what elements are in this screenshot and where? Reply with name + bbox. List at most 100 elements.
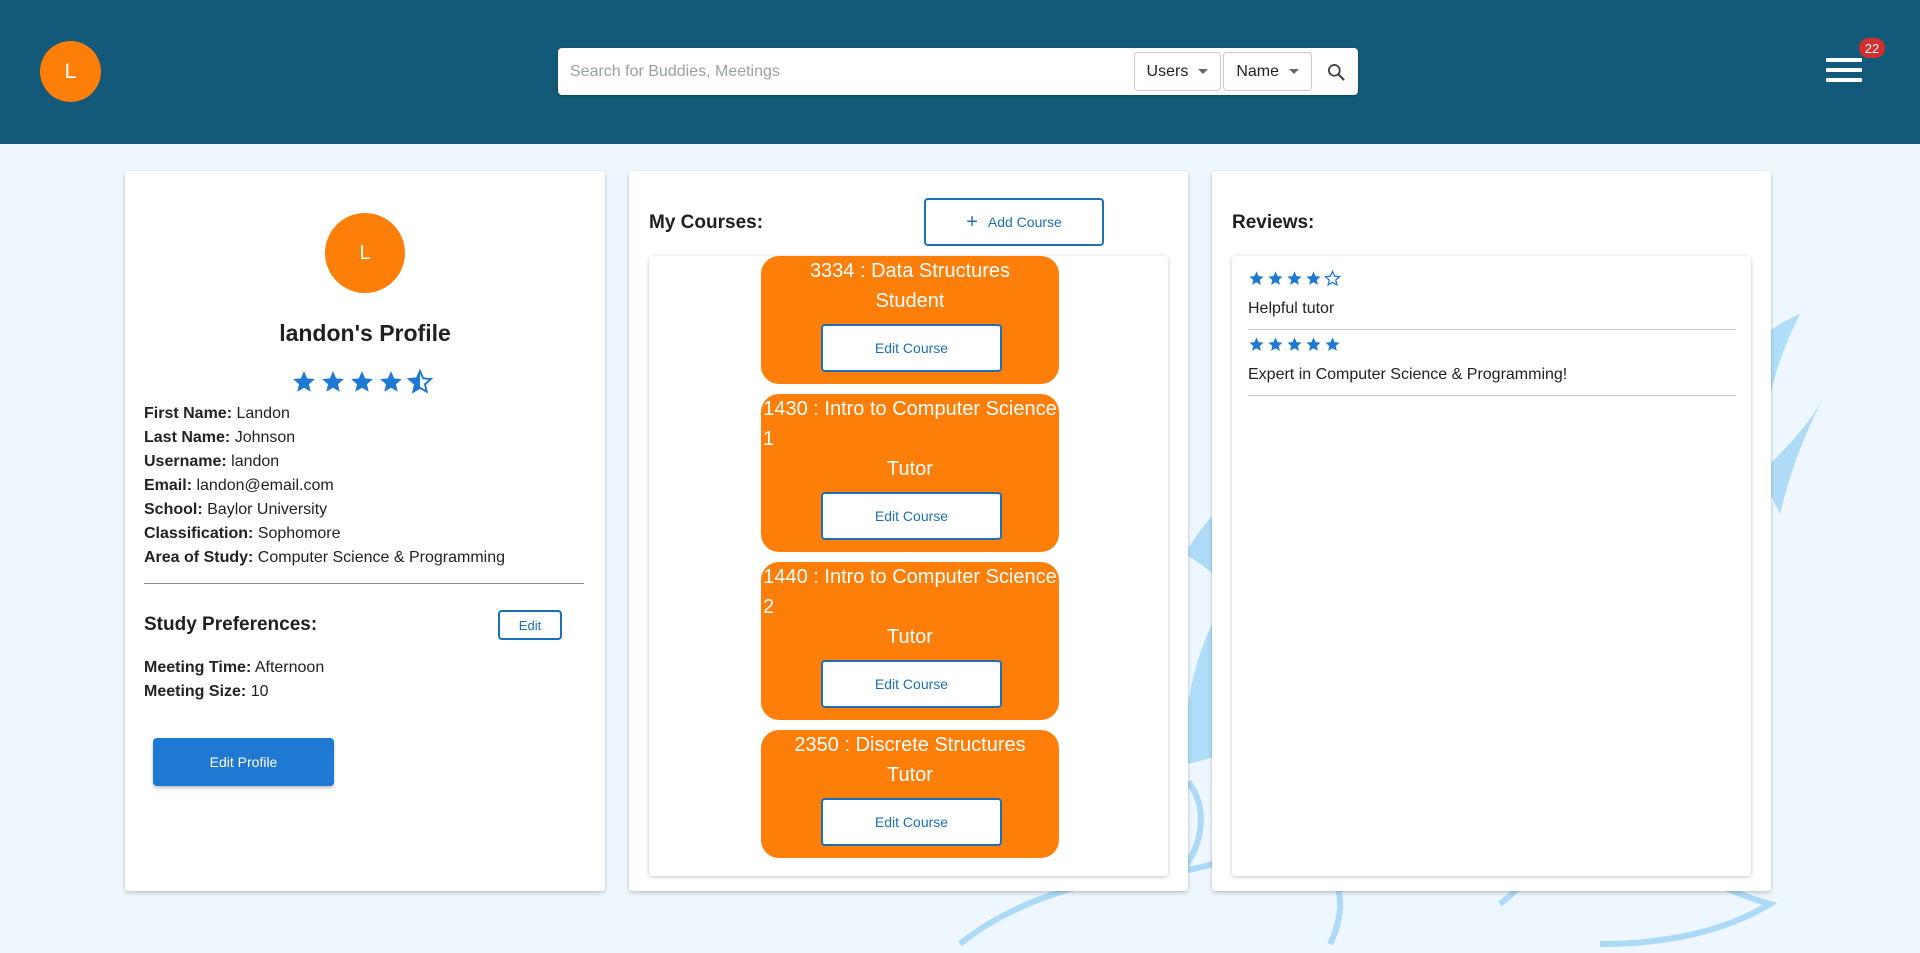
- field-value: Landon: [236, 405, 290, 422]
- star-filled-icon: [1287, 271, 1302, 285]
- add-course-button[interactable]: + Add Course: [924, 198, 1104, 246]
- search-input[interactable]: [558, 48, 1134, 95]
- field-label: Meeting Time:: [144, 659, 252, 676]
- study-preferences-title: Study Preferences:: [144, 614, 318, 635]
- field-label: Classification:: [144, 525, 254, 542]
- star-filled-icon: [1306, 271, 1321, 285]
- edit-course-button[interactable]: Edit Course: [821, 660, 1002, 708]
- star-filled-icon: [351, 371, 373, 392]
- review-item: Helpful tutor: [1248, 270, 1736, 330]
- search-bar: Users Name: [558, 48, 1358, 95]
- star-empty-icon: [1324, 270, 1341, 287]
- reviews-title: Reviews:: [1232, 212, 1315, 233]
- hamburger-menu-icon[interactable]: [1826, 55, 1866, 87]
- field-value: Afternoon: [254, 659, 325, 676]
- course-card: 1430 : Intro to Computer Science 1 Tutor Ed…: [761, 394, 1059, 552]
- field-value: Computer Science & Programming: [257, 549, 506, 566]
- field-label: School:: [144, 501, 203, 518]
- course-role: Tutor: [887, 458, 933, 480]
- field-label: Last Name:: [144, 429, 231, 446]
- course-role: Student: [875, 290, 945, 312]
- search-icon: [1328, 63, 1345, 81]
- profile-rating: [291, 369, 436, 395]
- course-card: 2350 : Discrete Structures Tutor Edit Cour…: [761, 730, 1059, 858]
- preference-field: Meeting Size: 10: [144, 683, 268, 701]
- review-item: Expert in Computer Science & Programming…: [1248, 336, 1736, 396]
- star-filled-icon: [1249, 337, 1264, 351]
- edit-course-button[interactable]: Edit Course: [821, 324, 1002, 372]
- course-title-continued: 2: [763, 596, 775, 618]
- field-value: landon@email.com: [196, 477, 334, 494]
- search-field-select[interactable]: Name: [1223, 52, 1312, 91]
- profile-divider: [144, 583, 584, 584]
- field-label: Email:: [144, 477, 193, 494]
- profile-title: landon's Profile: [279, 320, 451, 346]
- field-value: Sophomore: [257, 525, 341, 542]
- course-title: 1430 : Intro to Computer Science: [763, 398, 1057, 420]
- course-card: 1440 : Intro to Computer Science 2 Tutor Ed…: [761, 562, 1059, 720]
- course-card: 3334 : Data Structures Student Edit Course: [761, 256, 1059, 384]
- profile-card: L landon's Profile First Name: Landon Las…: [125, 171, 605, 891]
- search-button[interactable]: [1314, 50, 1358, 94]
- field-label: First Name:: [144, 405, 233, 422]
- header-avatar[interactable]: L: [40, 41, 101, 102]
- star-filled-icon: [1306, 337, 1321, 351]
- edit-profile-button[interactable]: Edit Profile: [153, 738, 334, 786]
- field-value: landon: [231, 453, 280, 470]
- star-filled-icon: [293, 371, 315, 392]
- header-avatar-initial: L: [64, 59, 77, 83]
- edit-button-label: Edit: [518, 617, 542, 633]
- course-role: Tutor: [887, 626, 933, 648]
- course-title-continued: 1: [763, 428, 775, 450]
- star-filled-icon: [1325, 337, 1340, 351]
- course-title: 2350 : Discrete Structures: [794, 734, 1026, 756]
- edit-course-button[interactable]: Edit Course: [821, 492, 1002, 540]
- profile-field: Last Name: Johnson: [144, 429, 295, 447]
- profile-avatar-initial: L: [359, 241, 371, 264]
- review-text: Helpful tutor: [1248, 300, 1335, 317]
- field-label: Username:: [144, 453, 227, 470]
- profile-field: First Name: Landon: [144, 405, 290, 423]
- edit-profile-label: Edit Profile: [209, 754, 278, 770]
- caret-down-icon: [1289, 69, 1299, 74]
- star-filled-icon: [322, 371, 344, 392]
- field-value: Johnson: [234, 429, 296, 446]
- notification-badge: 22: [1859, 38, 1885, 58]
- search-type-select[interactable]: Users: [1133, 52, 1222, 91]
- edit-course-label: Edit Course: [874, 676, 949, 692]
- search-type-value: Users: [1146, 62, 1189, 80]
- field-value: 10: [250, 683, 269, 700]
- edit-course-button[interactable]: Edit Course: [821, 798, 1002, 846]
- star-filled-icon: [1249, 271, 1264, 285]
- field-label: Area of Study:: [144, 549, 254, 566]
- courses-card: My Courses: + Add Course 3334 : Data Str…: [629, 171, 1188, 891]
- profile-field: Username: landon: [144, 453, 279, 471]
- star-filled-icon: [1268, 271, 1283, 285]
- field-value: Baylor University: [207, 501, 328, 518]
- review-list: Helpful tutor Expert in Computer Science …: [1232, 256, 1751, 876]
- caret-down-icon: [1198, 69, 1209, 74]
- edit-study-preferences-button[interactable]: Edit: [498, 610, 562, 640]
- profile-field: Classification: Sophomore: [144, 525, 341, 543]
- my-courses-title: My Courses:: [649, 212, 764, 233]
- course-title: 1440 : Intro to Computer Science: [763, 566, 1057, 588]
- field-label: Meeting Size:: [144, 683, 247, 700]
- profile-field: Email: landon@email.com: [144, 477, 334, 495]
- top-navbar: L Users Name 22: [0, 0, 1920, 144]
- course-title: 3334 : Data Structures: [809, 260, 1011, 282]
- add-course-label: Add Course: [987, 214, 1062, 230]
- reviews-card: Reviews: Helpful tutor Expert in Computer…: [1212, 171, 1771, 891]
- star-half-icon: [407, 369, 433, 394]
- review-rating: [1248, 270, 1343, 287]
- plus-icon: +: [966, 211, 978, 233]
- star-filled-icon: [1268, 337, 1283, 351]
- edit-course-label: Edit Course: [874, 508, 949, 524]
- preference-field: Meeting Time: Afternoon: [144, 659, 324, 677]
- star-filled-icon: [1287, 337, 1302, 351]
- review-rating: [1248, 336, 1343, 353]
- edit-course-label: Edit Course: [874, 814, 949, 830]
- course-role: Tutor: [887, 764, 933, 786]
- star-filled-icon: [380, 371, 402, 392]
- search-field-value: Name: [1236, 62, 1279, 80]
- edit-course-label: Edit Course: [874, 340, 949, 356]
